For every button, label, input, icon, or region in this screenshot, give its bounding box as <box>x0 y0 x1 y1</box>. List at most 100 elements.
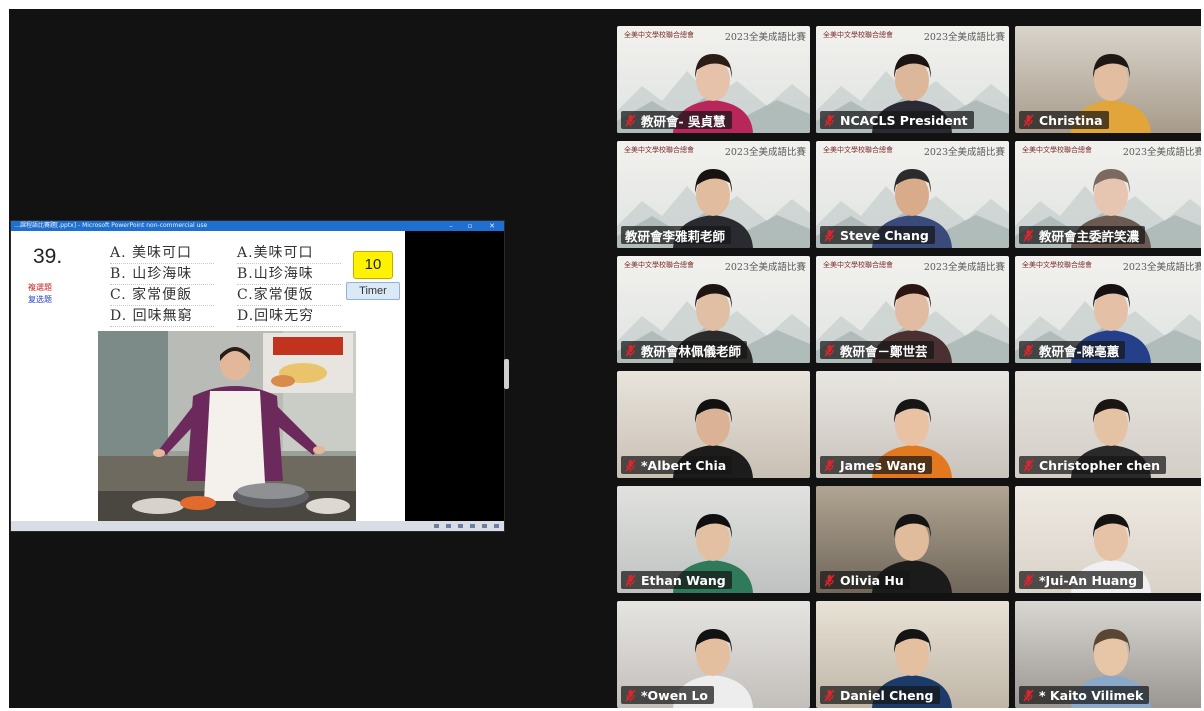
participant-tile[interactable]: *Albert Chia <box>617 371 810 478</box>
event-banner-org: 全美中文學校聯合總會 <box>823 146 893 154</box>
powerpoint-statusbar <box>11 521 504 531</box>
participant-tile[interactable]: James Wang <box>816 371 1009 478</box>
participant-tile[interactable]: Olivia Hu <box>816 486 1009 593</box>
muted-mic-icon <box>625 459 636 471</box>
participant-name: Christina <box>1039 112 1103 128</box>
question-type-traditional: 複選題 <box>28 283 52 292</box>
participant-tile[interactable]: 全美中文學校聯合總會 2023全美成語比賽 教研會- 吳貞慧 <box>617 26 810 133</box>
participant-name: 教研會－鄭世芸 <box>840 343 928 359</box>
shared-window-title: …課程語比賽題[.pptx] - Microsoft PowerPoint no… <box>14 222 208 229</box>
splitter-handle[interactable] <box>504 359 509 389</box>
participant-name: NCACLS President <box>840 112 968 128</box>
muted-mic-icon <box>824 229 835 241</box>
option-d-simplified: D.回味无穷 <box>237 306 341 327</box>
options-traditional: A. 美味可口 B. 山珍海味 C. 家常便飯 D. 回味無窮 <box>110 243 214 327</box>
participant-tile[interactable]: *Jui-An Huang <box>1015 486 1201 593</box>
participant-nameplate: 教研會－鄭世芸 <box>820 341 934 359</box>
participant-nameplate: * Kaito Vilimek <box>1019 686 1150 704</box>
participant-tile[interactable]: 全美中文學校聯合總會 2023全美成語比賽 NCACLS President <box>816 26 1009 133</box>
event-banner-org: 全美中文學校聯合總會 <box>624 146 694 154</box>
participant-name: * Kaito Vilimek <box>1039 687 1144 703</box>
participant-name: Steve Chang <box>840 227 929 243</box>
participant-tile[interactable]: Christopher chen <box>1015 371 1201 478</box>
participant-tile[interactable]: *Owen Lo <box>617 601 810 708</box>
muted-mic-icon <box>824 114 835 126</box>
muted-mic-icon <box>1023 344 1034 356</box>
event-banner-org: 全美中文學校聯合總會 <box>823 261 893 269</box>
muted-mic-icon <box>625 114 636 126</box>
question-number: 39. <box>33 245 63 268</box>
slideshow-icon[interactable] <box>470 524 475 528</box>
meeting-stage: …課程語比賽題[.pptx] - Microsoft PowerPoint no… <box>9 9 1201 708</box>
participant-nameplate: NCACLS President <box>820 111 974 129</box>
timer-button[interactable]: Timer <box>346 282 400 300</box>
participant-nameplate: Olivia Hu <box>820 571 910 589</box>
participant-tile[interactable]: 全美中文學校聯合總會 2023全美成語比賽教研會林佩儀老師 <box>617 256 810 363</box>
muted-mic-icon <box>824 689 835 701</box>
muted-mic-icon <box>1023 459 1034 471</box>
participant-tile[interactable]: 全美中文學校聯合總會 2023全美成語比賽 教研會-陳亳蕙 <box>1015 256 1201 363</box>
option-c-simplified: C.家常便饭 <box>237 285 341 306</box>
event-banner-title: 2023全美成語比賽 <box>923 147 1005 158</box>
event-banner-title: 2023全美成語比賽 <box>923 262 1005 273</box>
presenter-blank-area <box>405 231 504 521</box>
participant-name: *Owen Lo <box>641 687 708 703</box>
maximize-button[interactable]: ▫ <box>463 221 477 231</box>
event-banner-org: 全美中文學校聯合總會 <box>1022 146 1092 154</box>
shared-window-titlebar[interactable]: …課程語比賽題[.pptx] - Microsoft PowerPoint no… <box>11 221 504 231</box>
reading-view-icon[interactable] <box>458 524 463 528</box>
slide-sorter-icon[interactable] <box>446 524 451 528</box>
event-banner-org: 全美中文學校聯合總會 <box>1022 261 1092 269</box>
participant-tile[interactable]: * Kaito Vilimek <box>1015 601 1201 708</box>
option-c-traditional: C. 家常便飯 <box>110 285 214 306</box>
shared-screen[interactable]: …課程語比賽題[.pptx] - Microsoft PowerPoint no… <box>10 220 505 532</box>
options-simplified: A.美味可口 B.山珍海味 C.家常便饭 D.回味无穷 <box>237 243 341 327</box>
minimize-button[interactable]: – <box>444 221 458 231</box>
participant-nameplate: Christopher chen <box>1019 456 1167 474</box>
slide: 39. 複選題 复选题 A. 美味可口 B. 山珍海味 C. 家常便飯 D. 回… <box>11 231 405 523</box>
participant-tile[interactable]: Daniel Cheng <box>816 601 1009 708</box>
participant-name: *Albert Chia <box>641 457 727 473</box>
participant-tile[interactable]: 全美中文學校聯合總會 2023全美成語比賽教研會主委許笑濃 <box>1015 141 1201 248</box>
participant-name: Olivia Hu <box>840 572 904 588</box>
participant-nameplate: *Jui-An Huang <box>1019 571 1144 589</box>
participant-name: James Wang <box>840 457 927 473</box>
participant-tile[interactable]: 全美中文學校聯合總會 2023全美成語比賽 Steve Chang <box>816 141 1009 248</box>
participant-name: Daniel Cheng <box>840 687 934 703</box>
event-banner-title: 2023全美成語比賽 <box>724 262 806 273</box>
timer-count: 10 <box>353 251 393 279</box>
event-banner-title: 2023全美成語比賽 <box>1122 147 1201 158</box>
event-banner-title: 2023全美成語比賽 <box>724 147 806 158</box>
close-button[interactable]: ✕ <box>485 221 499 231</box>
participant-tile[interactable]: Ethan Wang <box>617 486 810 593</box>
muted-mic-icon <box>824 459 835 471</box>
muted-mic-icon <box>1023 574 1034 586</box>
option-a-traditional: A. 美味可口 <box>110 243 214 264</box>
zoom-icon[interactable] <box>482 524 487 528</box>
event-banner-title: 2023全美成語比賽 <box>923 32 1005 43</box>
muted-mic-icon <box>625 689 636 701</box>
muted-mic-icon <box>1023 229 1034 241</box>
participant-tile[interactable]: Christina <box>1015 26 1201 133</box>
participant-tile[interactable]: 全美中文學校聯合總會 2023全美成語比賽教研會－鄭世芸 <box>816 256 1009 363</box>
participant-nameplate: 教研會-陳亳蕙 <box>1019 341 1126 359</box>
option-a-simplified: A.美味可口 <box>237 243 341 264</box>
normal-view-icon[interactable] <box>434 524 439 528</box>
participant-nameplate: 教研會李雅莉老師 <box>621 226 732 244</box>
participant-nameplate: Ethan Wang <box>621 571 732 589</box>
participant-nameplate: *Albert Chia <box>621 456 733 474</box>
participant-nameplate: Daniel Cheng <box>820 686 940 704</box>
muted-mic-icon <box>625 344 636 356</box>
participant-nameplate: 教研會主委許笑濃 <box>1019 226 1146 244</box>
participant-name: 教研會李雅莉老師 <box>625 228 726 244</box>
question-type-simplified: 复选题 <box>28 295 52 304</box>
muted-mic-icon <box>824 344 835 356</box>
muted-mic-icon <box>1023 114 1034 126</box>
participant-nameplate: 教研會- 吳貞慧 <box>621 111 732 129</box>
event-banner-org: 全美中文學校聯合總會 <box>624 261 694 269</box>
participant-name: 教研會- 吳貞慧 <box>641 113 726 129</box>
fit-slide-icon[interactable] <box>494 524 499 528</box>
participant-tile[interactable]: 全美中文學校聯合總會 2023全美成語比賽教研會李雅莉老師 <box>617 141 810 248</box>
participant-name: *Jui-An Huang <box>1039 572 1138 588</box>
participant-nameplate: 教研會林佩儀老師 <box>621 341 748 359</box>
